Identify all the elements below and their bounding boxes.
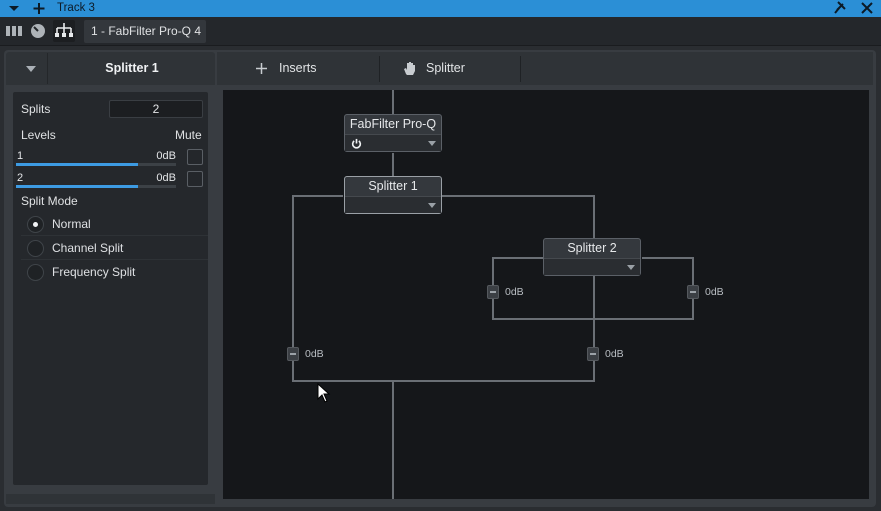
mouse-cursor-icon	[317, 383, 331, 403]
plugin-menu-arrow-icon[interactable]	[428, 141, 436, 146]
plus-icon	[256, 63, 267, 74]
splitter-1-menu-arrow-icon[interactable]	[428, 203, 436, 208]
splitter-2-controls	[544, 258, 640, 275]
gain-control[interactable]: 0dB	[487, 285, 557, 301]
plugin-node-label: FabFilter Pro-Q 4	[349, 117, 437, 150]
power-icon[interactable]	[351, 138, 362, 149]
gain-control[interactable]: 0dB	[587, 347, 657, 363]
radio-channel-split[interactable]	[27, 240, 44, 257]
level-2-track	[16, 185, 176, 188]
level-2-value: 0dB	[156, 172, 176, 184]
levels-label: Levels	[21, 128, 56, 142]
splitter-2-menu-arrow-icon[interactable]	[627, 265, 635, 270]
mute-label: Mute	[175, 128, 202, 142]
left-panel-footer	[6, 494, 215, 504]
hand-icon	[404, 62, 415, 75]
mute-checkbox-1[interactable]	[187, 149, 203, 165]
dial-icon[interactable]	[27, 20, 49, 42]
routing-icon[interactable]	[53, 20, 75, 42]
gain-value: 0dB	[705, 286, 724, 298]
gain-value: 0dB	[605, 348, 624, 360]
collapse-arrow-icon[interactable]	[14, 53, 48, 84]
tab-splitter-label: Splitter	[426, 61, 465, 75]
radio-frequency-split-label: Frequency Split	[52, 265, 136, 279]
level-2-fill	[16, 185, 138, 188]
split-mode-frequency[interactable]: Frequency Split	[21, 261, 208, 284]
routing-canvas[interactable]: FabFilter Pro-Q 4 Splitter 1 Splitter 2 …	[223, 90, 869, 499]
dropdown-arrow-icon[interactable]	[9, 0, 19, 17]
level-1-value: 0dB	[156, 150, 176, 162]
level-1-fill	[16, 163, 138, 166]
level-2-label: 2	[17, 172, 24, 184]
splits-input[interactable]: 2	[109, 100, 203, 118]
pin-icon[interactable]	[834, 0, 847, 17]
level-slider-2[interactable]: 2 0dB	[16, 170, 176, 188]
radio-normal[interactable]	[27, 216, 44, 233]
splitter-2-node[interactable]: Splitter 2	[543, 238, 641, 276]
splitter-1-controls	[345, 196, 441, 213]
split-mode-label: Split Mode	[21, 194, 78, 208]
radio-frequency-split[interactable]	[27, 264, 44, 281]
title-bar: Track 3	[0, 0, 881, 17]
gain-fader-icon[interactable]	[287, 347, 299, 361]
gain-fader-icon[interactable]	[687, 285, 699, 299]
gain-control[interactable]: 0dB	[287, 347, 357, 363]
split-mode-channel[interactable]: Channel Split	[21, 237, 208, 260]
mute-checkbox-2[interactable]	[187, 171, 203, 187]
splitter-2-label: Splitter 2	[567, 241, 617, 255]
toolbar: 1 - FabFilter Pro-Q 4	[0, 17, 881, 46]
gain-value: 0dB	[505, 286, 524, 298]
split-mode-normal[interactable]: Normal	[21, 213, 208, 236]
tab-divider	[520, 56, 521, 82]
tab-divider	[379, 56, 380, 82]
radio-channel-split-label: Channel Split	[52, 241, 124, 255]
plugin-tab[interactable]: 1 - FabFilter Pro-Q 4	[84, 20, 206, 43]
gain-control[interactable]: 0dB	[687, 285, 757, 301]
gain-fader-icon[interactable]	[587, 347, 599, 361]
level-slider-1[interactable]: 1 0dB	[16, 148, 176, 166]
plugin-node[interactable]: FabFilter Pro-Q 4	[344, 114, 442, 152]
add-icon[interactable]	[33, 0, 45, 17]
window-title: Track 3	[57, 2, 95, 14]
tab-inserts-label: Inserts	[279, 61, 317, 75]
channel-strip-icon[interactable]	[3, 20, 25, 42]
gain-fader-icon[interactable]	[487, 285, 499, 299]
left-panel-title: Splitter 1	[105, 61, 159, 75]
splitter-1-node[interactable]: Splitter 1	[344, 176, 442, 214]
level-1-label: 1	[17, 150, 24, 162]
splits-label: Splits	[21, 102, 51, 116]
left-panel-header: Splitter 1	[6, 52, 215, 85]
device-tab-bar: Inserts Splitter	[217, 52, 873, 85]
level-1-track	[16, 163, 176, 166]
splitter-settings-panel: Splits 2 Levels Mute 1 0dB 2 0dB Split M…	[13, 92, 208, 485]
plugin-node-controls	[345, 134, 441, 151]
radio-normal-label: Normal	[52, 217, 91, 231]
close-icon[interactable]	[861, 0, 873, 17]
gain-value: 0dB	[305, 348, 324, 360]
splitter-1-label: Splitter 1	[368, 179, 418, 193]
